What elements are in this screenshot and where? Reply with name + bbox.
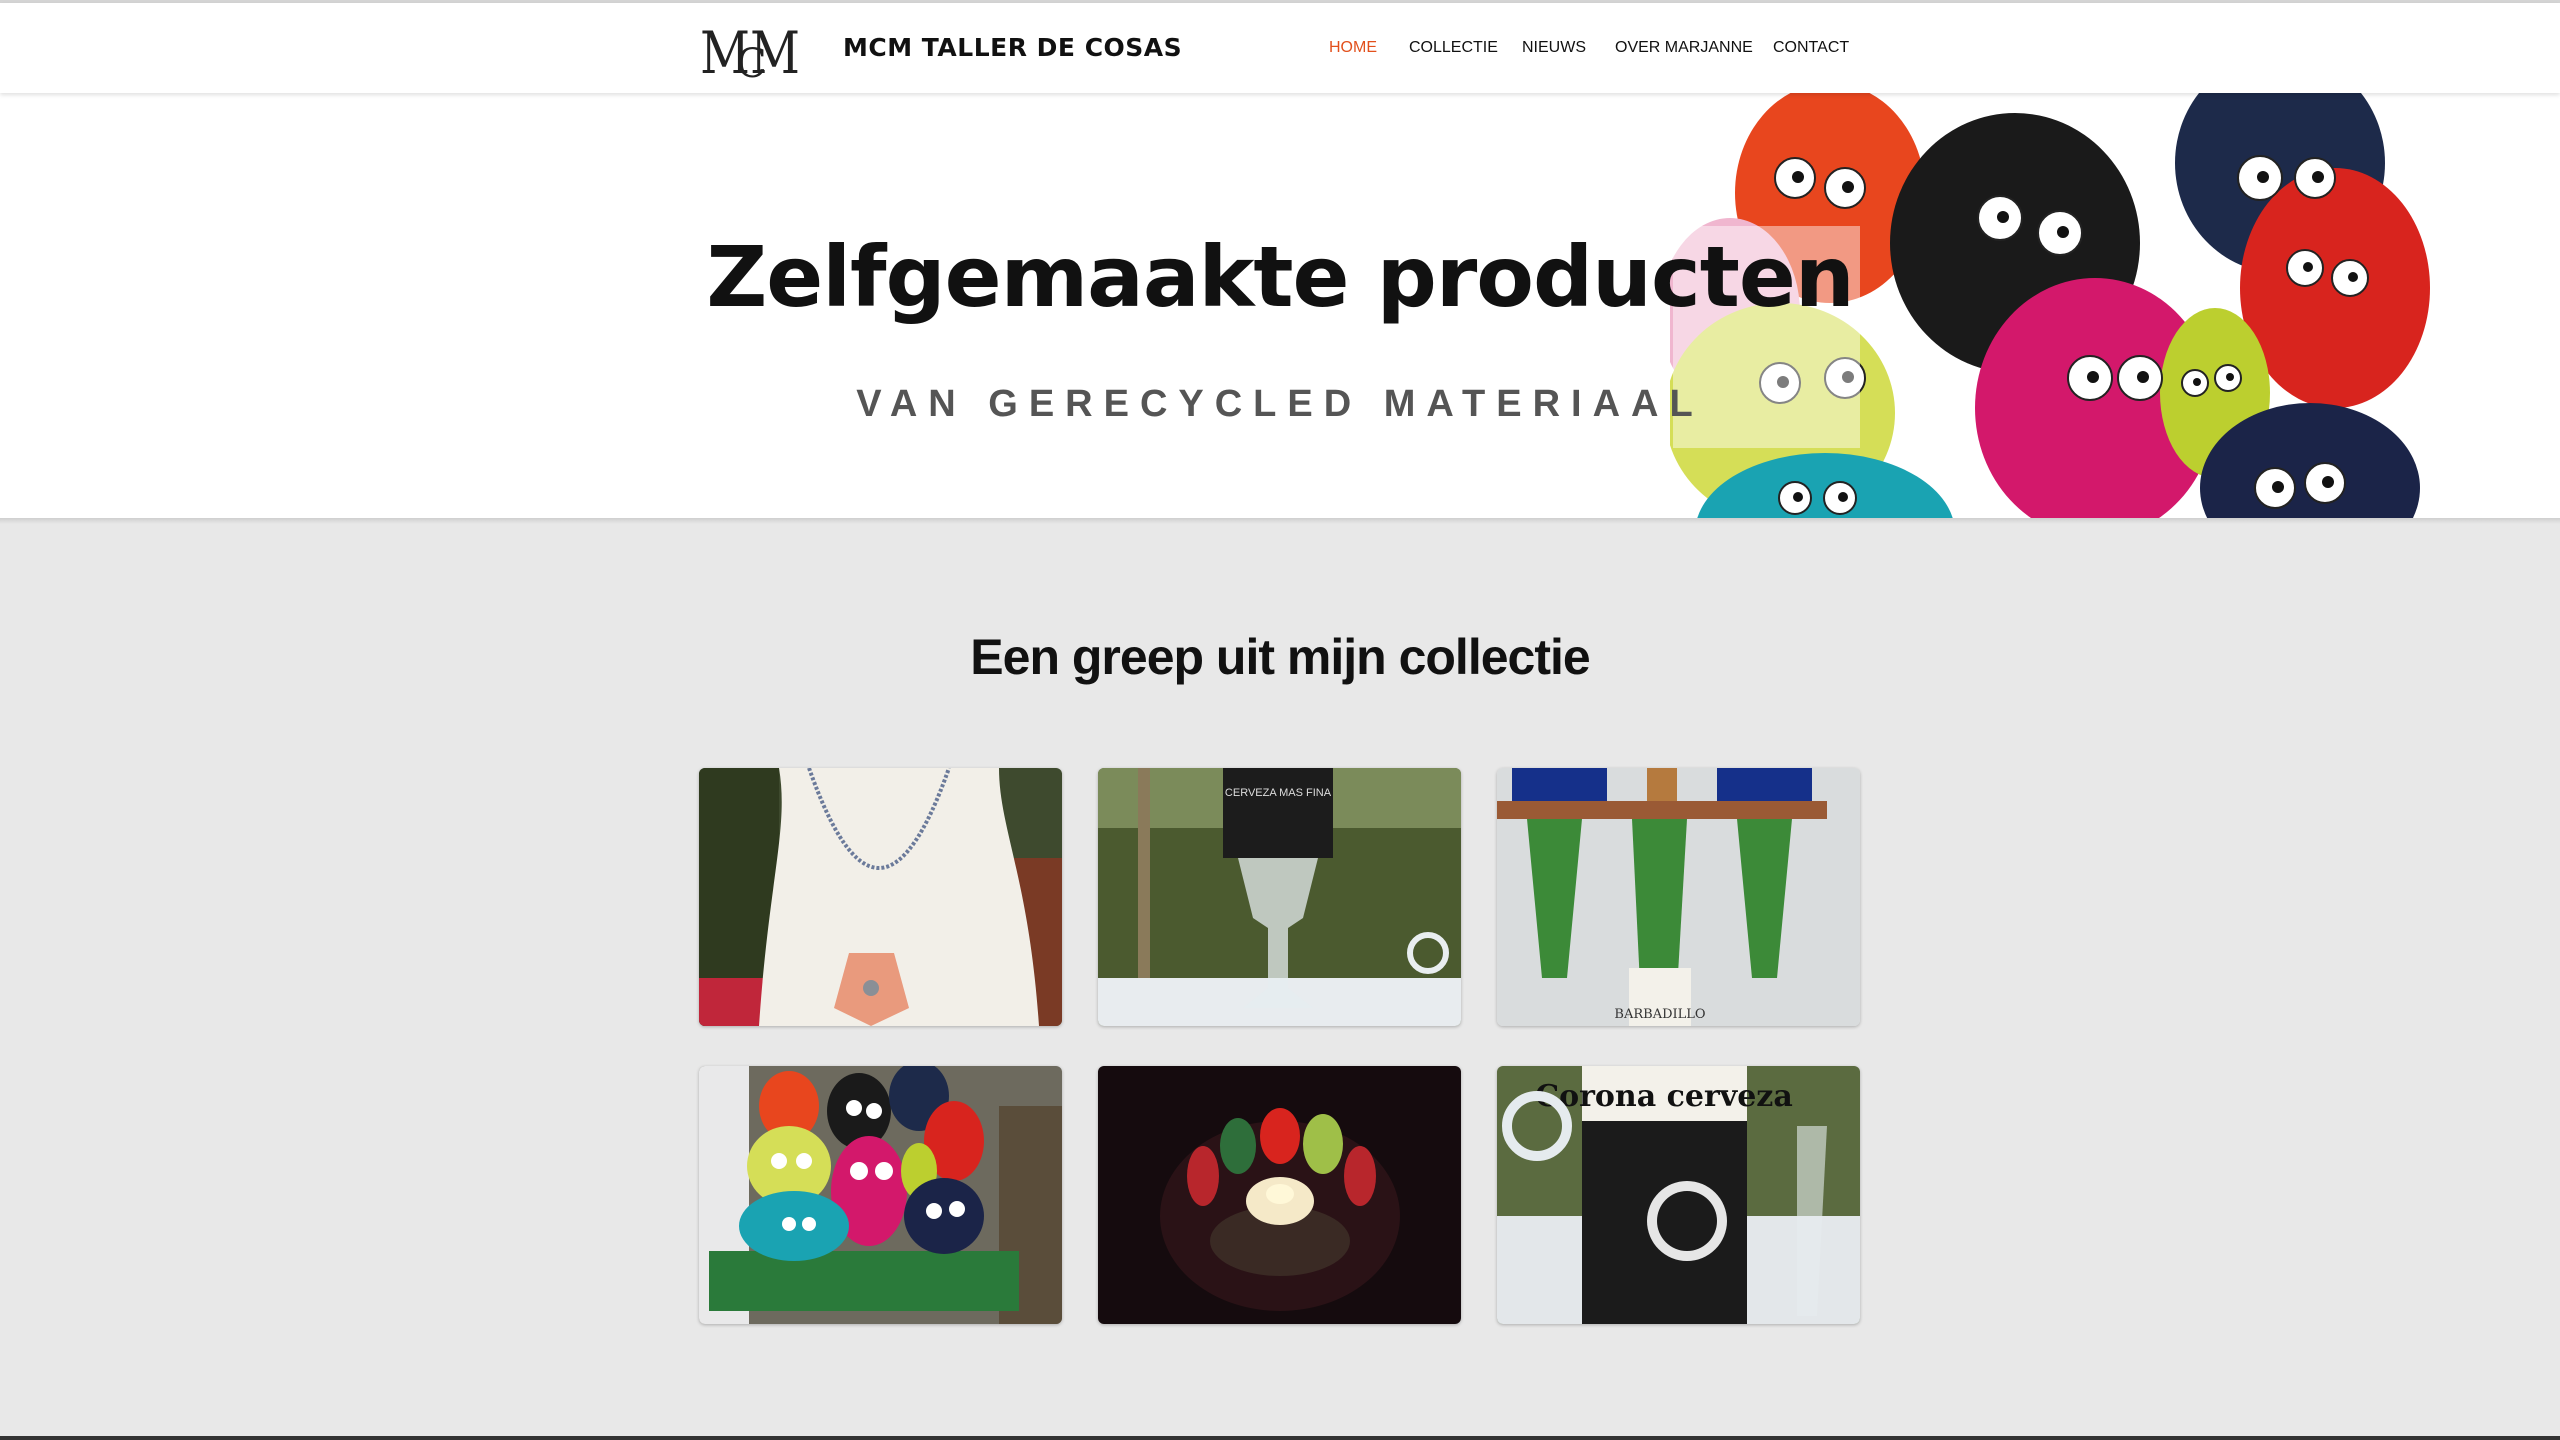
vase-label-text: BARBADILLO	[1614, 1007, 1705, 1022]
necklace-image	[699, 768, 1062, 1026]
nav-over-marjanne[interactable]: OVER MARJANNE	[1615, 39, 1753, 57]
corona-mug-image: Corona cerveza	[1497, 1066, 1860, 1324]
collection-item-corona-mug[interactable]: Corona cerveza	[1497, 1066, 1860, 1324]
collection-item-bottle-glass[interactable]: CERVEZA MAS FINA	[1098, 768, 1461, 1026]
collection-item-stone-figures[interactable]	[699, 1066, 1062, 1324]
candle-holder-image	[1098, 1066, 1461, 1324]
site-header: MM C MCM TALLER DE COSAS HOME COLLECTIE …	[0, 3, 2560, 93]
nav-contact[interactable]: CONTACT	[1773, 39, 1849, 57]
collection-item-bottle-vases[interactable]: BARBADILLO	[1497, 768, 1860, 1026]
corona-label-text: Corona cerveza	[1535, 1079, 1793, 1114]
nav-nieuws[interactable]: NIEUWS	[1522, 39, 1586, 57]
collection-title: Een greep uit mijn collectie	[970, 629, 1590, 685]
nav-collectie[interactable]: COLLECTIE	[1409, 39, 1498, 57]
hero-divider	[0, 518, 2560, 524]
stone-figures-image	[699, 1066, 1062, 1324]
collection-item-candle-holder[interactable]	[1098, 1066, 1461, 1324]
hero-banner: Zelfgemaakte producten VAN GERECYCLED MA…	[0, 93, 2560, 520]
bottom-border	[0, 1436, 2560, 1440]
collection-item-necklace[interactable]	[699, 768, 1062, 1026]
hero-title: Zelfgemaakte producten	[706, 228, 1854, 326]
bottle-label-text: CERVEZA MAS FINA	[1225, 787, 1332, 799]
bottle-vases-image: BARBADILLO	[1497, 768, 1860, 1026]
bottle-glass-image: CERVEZA MAS FINA	[1098, 768, 1461, 1026]
main-nav: HOME COLLECTIE NIEUWS OVER MARJANNE CONT…	[0, 39, 2560, 63]
hero-subtitle: VAN GERECYCLED MATERIAAL	[856, 383, 1704, 425]
nav-home[interactable]: HOME	[1329, 39, 1377, 57]
